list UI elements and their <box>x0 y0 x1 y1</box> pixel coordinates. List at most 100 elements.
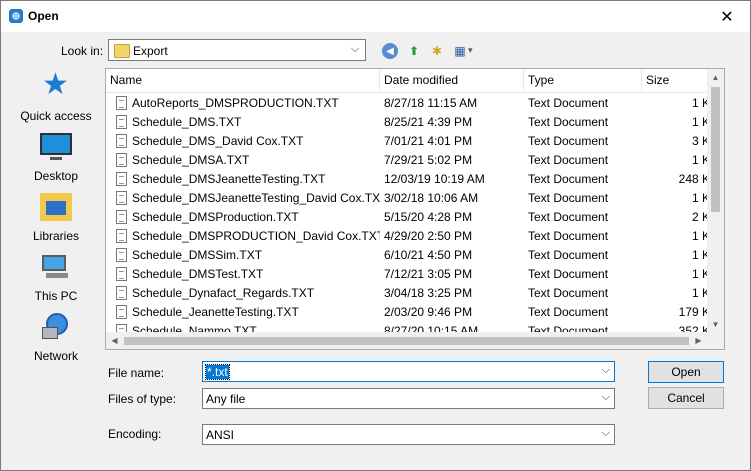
file-type-cell: Text Document <box>528 134 609 148</box>
place-desktop[interactable]: Desktop <box>11 129 101 187</box>
text-document-icon <box>116 115 127 129</box>
file-row[interactable]: Schedule_DMSTest.TXT 7/12/21 3:05 PM Text … <box>106 265 710 284</box>
look-in-dropdown[interactable]: Export ⌵ <box>108 39 366 61</box>
file-date-cell: 7/01/21 4:01 PM <box>384 134 473 148</box>
column-header-date[interactable]: Date modified <box>380 69 524 91</box>
horizontal-scroll-thumb[interactable] <box>124 337 689 345</box>
file-size-cell: 1 K <box>691 267 710 281</box>
file-date-cell: 7/12/21 3:05 PM <box>384 267 473 281</box>
column-header-type[interactable]: Type <box>524 69 642 91</box>
file-row[interactable]: Schedule_JeanetteTesting.TXT 2/03/20 9:46… <box>106 303 710 322</box>
place-libraries[interactable]: Libraries <box>11 189 101 247</box>
scroll-right-icon[interactable]: ▶ <box>690 332 707 349</box>
scrollbar-corner <box>707 332 724 349</box>
close-button[interactable]: ✕ <box>704 1 750 32</box>
file-row[interactable]: Schedule_DMSSim.TXT 6/10/21 4:50 PM Text D… <box>106 246 710 265</box>
file-type-cell: Text Document <box>528 248 609 262</box>
text-document-icon <box>116 191 127 205</box>
file-size-cell: 1 K <box>691 96 710 110</box>
column-header-size[interactable]: Size <box>642 69 710 91</box>
vertical-scrollbar[interactable]: ▲ ▼ <box>707 69 724 333</box>
libraries-icon <box>40 193 72 221</box>
file-type-cell: Text Document <box>528 305 609 319</box>
network-icon <box>40 313 72 341</box>
place-label: Desktop <box>33 169 79 183</box>
file-list: Name Date modified Type Size AutoReports… <box>105 68 725 350</box>
place-label: This PC <box>34 289 78 303</box>
title-bar: Open ✕ <box>1 1 750 32</box>
file-name-cell: Schedule_DMSA.TXT <box>132 153 250 167</box>
look-in-label: Look in: <box>61 44 104 58</box>
file-name-cell: Schedule_DMS.TXT <box>132 115 242 129</box>
file-name-cell: Schedule_DMSPRODUCTION_David Cox.TXT <box>132 229 380 243</box>
open-dialog: Open ✕ Look in: Export ⌵ ◀ ⬆ ✱ ▦ ▾ Quick… <box>0 0 751 471</box>
text-document-icon <box>116 153 127 167</box>
text-document-icon <box>116 267 127 281</box>
file-row[interactable]: Schedule_DMS.TXT 8/25/21 4:39 PM Text Docu… <box>106 113 710 132</box>
file-date-cell: 8/27/18 11:15 AM <box>384 96 478 110</box>
cancel-button[interactable]: Cancel <box>648 387 724 409</box>
file-name-value: *.txt <box>205 364 230 380</box>
look-in-value: Export <box>133 44 168 58</box>
place-label: Quick access <box>20 109 92 123</box>
text-document-icon <box>116 172 127 186</box>
file-name-cell: Schedule_JeanetteTesting.TXT <box>132 305 299 319</box>
file-row[interactable]: Schedule_DMSPRODUCTION_David Cox.TXT 4/29… <box>106 227 710 246</box>
close-icon: ✕ <box>720 8 734 26</box>
place-label: Libraries <box>32 229 80 243</box>
file-size-cell: 1 K <box>691 115 710 129</box>
file-size-cell: 1 K <box>691 286 710 300</box>
file-type-cell: Text Document <box>528 115 609 129</box>
file-row[interactable]: Schedule_DMSA.TXT 7/29/21 5:02 PM Text Doc… <box>106 151 710 170</box>
text-document-icon <box>116 305 127 319</box>
file-date-cell: 6/10/21 4:50 PM <box>384 248 473 262</box>
text-document-icon <box>116 134 127 148</box>
chevron-down-icon[interactable]: ⌵ <box>602 364 610 377</box>
place-quick-access[interactable]: Quick access <box>11 67 101 127</box>
desktop-icon <box>40 133 72 160</box>
file-name-input[interactable]: *.txt ⌵ <box>202 361 615 382</box>
scroll-left-icon[interactable]: ◀ <box>106 332 123 349</box>
file-row[interactable]: Schedule_DMSJeanetteTesting_David Cox.TX… <box>106 189 710 208</box>
text-document-icon <box>116 96 127 110</box>
app-icon <box>9 9 23 23</box>
scroll-up-icon[interactable]: ▲ <box>707 69 724 86</box>
scroll-down-icon[interactable]: ▼ <box>707 316 724 333</box>
open-button[interactable]: Open <box>648 361 724 383</box>
file-row[interactable]: AutoReports_DMSPRODUCTION.TXT 8/27/18 11:… <box>106 94 710 113</box>
file-size-cell: 1 K <box>691 229 710 243</box>
quick-access-icon <box>40 67 72 102</box>
column-header-name[interactable]: Name <box>106 69 380 91</box>
file-row[interactable]: Schedule_Dynafact_Regards.TXT 3/04/18 3:2… <box>106 284 710 303</box>
places-bar: Quick access Desktop Libraries This PC N… <box>11 67 101 369</box>
chevron-down-icon: ⌵ <box>601 427 610 439</box>
file-name-cell: Schedule_DMSJeanetteTesting_David Cox.TX… <box>132 191 380 205</box>
file-name-cell: AutoReports_DMSPRODUCTION.TXT <box>132 96 339 110</box>
horizontal-scrollbar[interactable]: ◀ ▶ <box>106 332 707 349</box>
file-type-cell: Text Document <box>528 286 609 300</box>
back-icon[interactable]: ◀ <box>382 43 398 59</box>
text-document-icon <box>116 286 127 300</box>
file-type-cell: Text Document <box>528 172 609 186</box>
view-menu-icon[interactable]: ▦ <box>452 43 468 59</box>
file-type-cell: Text Document <box>528 153 609 167</box>
file-row[interactable]: Schedule_DMSProduction.TXT 5/15/20 4:28 P… <box>106 208 710 227</box>
up-folder-icon[interactable]: ⬆ <box>406 43 422 59</box>
new-folder-icon[interactable]: ✱ <box>429 43 445 59</box>
encoding-select[interactable]: ANSI ⌵ <box>202 424 615 445</box>
file-date-cell: 8/25/21 4:39 PM <box>384 115 473 129</box>
file-row[interactable]: Schedule_DMSJeanetteTesting.TXT 12/03/19 … <box>106 170 710 189</box>
file-date-cell: 12/03/19 10:19 AM <box>384 172 485 186</box>
file-type-label: Files of type: <box>108 392 177 406</box>
file-type-cell: Text Document <box>528 229 609 243</box>
file-type-cell: Text Document <box>528 191 609 205</box>
place-this-pc[interactable]: This PC <box>11 249 101 307</box>
file-list-header: Name Date modified Type Size <box>106 69 710 93</box>
place-network[interactable]: Network <box>11 309 101 367</box>
file-date-cell: 4/29/20 2:50 PM <box>384 229 473 243</box>
vertical-scroll-thumb[interactable] <box>711 87 720 212</box>
file-row[interactable]: Schedule_DMS_David Cox.TXT 7/01/21 4:01 P… <box>106 132 710 151</box>
view-chevron-icon[interactable]: ▾ <box>468 45 473 56</box>
file-type-cell: Text Document <box>528 210 609 224</box>
file-type-select[interactable]: Any file ⌵ <box>202 388 615 409</box>
